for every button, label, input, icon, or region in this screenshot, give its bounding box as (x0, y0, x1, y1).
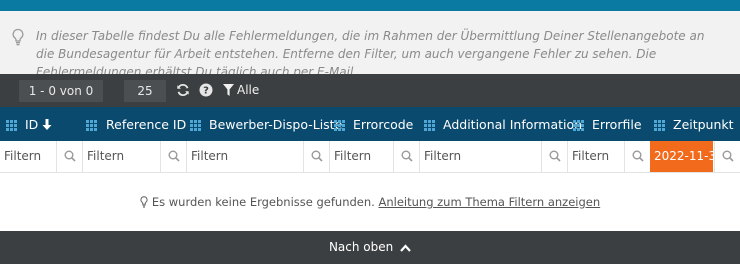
filter-search-button[interactable] (714, 141, 740, 172)
filter-search-button[interactable] (393, 141, 419, 172)
filter-input-reference-id[interactable]: Filtern (82, 141, 160, 172)
search-icon (722, 150, 734, 162)
column-label: Errorfile (592, 117, 642, 132)
table-header: ID Reference ID Bewerber-Dispo-Liste Err… (0, 107, 740, 141)
filter-row: Filtern Filtern Filtern Filtern Filtern … (0, 141, 740, 173)
drag-grip-icon[interactable] (334, 120, 345, 131)
search-icon (64, 150, 76, 162)
refresh-icon[interactable] (176, 83, 190, 97)
filter-search-button[interactable] (541, 141, 567, 172)
column-label: Errorcode (353, 117, 414, 132)
drag-grip-icon[interactable] (6, 120, 17, 131)
drag-grip-icon[interactable] (190, 120, 201, 131)
page-size-select[interactable]: 25 (124, 80, 166, 102)
question-circle-icon[interactable]: ? (199, 83, 213, 97)
column-label: Reference ID (106, 117, 187, 132)
filter-help-link[interactable]: Anleitung zum Thema Filtern anzeigen (378, 195, 600, 209)
back-to-top-label[interactable]: Nach oben (329, 240, 393, 254)
top-accent-bar (0, 0, 740, 11)
filter-input-bewerber-dispo-liste[interactable]: Filtern (186, 141, 303, 172)
search-icon (168, 150, 180, 162)
filter-search-button[interactable] (56, 141, 82, 172)
search-icon (311, 150, 323, 162)
filter-input-additional-information[interactable]: Filtern (419, 141, 541, 172)
column-label: Zeitpunkt (673, 117, 734, 132)
drag-grip-icon[interactable] (654, 120, 665, 131)
sort-descending-icon (42, 119, 52, 130)
info-text: In dieser Tabelle findest Du alle Fehler… (36, 29, 705, 79)
chevron-up-icon (400, 243, 411, 252)
filter-search-button[interactable] (624, 141, 650, 172)
filter-input-zeitpunkt[interactable]: 2022-11-30 (650, 141, 713, 172)
drag-grip-icon[interactable] (573, 120, 584, 131)
filter-search-button[interactable] (303, 141, 329, 172)
filter-icon (223, 84, 234, 96)
search-icon (632, 150, 644, 162)
lightbulb-icon (140, 196, 148, 208)
empty-message: Es wurden keine Ergebnisse gefunden. Anl… (140, 192, 600, 212)
drag-grip-icon[interactable] (424, 120, 435, 131)
filter-all-label: Alle (237, 83, 260, 97)
empty-text: Es wurden keine Ergebnisse gefunden. (151, 195, 375, 209)
filter-input-id[interactable]: Filtern (0, 141, 56, 172)
info-banner: In dieser Tabelle findest Du alle Fehler… (0, 11, 740, 79)
filter-input-errorfile[interactable]: Filtern (567, 141, 624, 172)
search-icon (401, 150, 413, 162)
lightbulb-icon (12, 28, 24, 46)
column-label: ID (25, 117, 39, 132)
pagination-toolbar: 1 - 0 von 0 25 ? Alle (0, 74, 740, 107)
column-label: Bewerber-Dispo-Liste (209, 117, 343, 132)
drag-grip-icon[interactable] (86, 120, 97, 131)
filter-input-errorcode[interactable]: Filtern (329, 141, 393, 172)
filter-search-button[interactable] (160, 141, 186, 172)
back-to-top-bar[interactable]: Nach oben (0, 231, 740, 264)
empty-state: Es wurden keine Ergebnisse gefunden. Anl… (0, 173, 740, 231)
column-label: Additional Information (443, 117, 583, 132)
svg-text:?: ? (203, 86, 209, 97)
search-icon (549, 150, 561, 162)
pagination-range: 1 - 0 von 0 (19, 80, 103, 102)
